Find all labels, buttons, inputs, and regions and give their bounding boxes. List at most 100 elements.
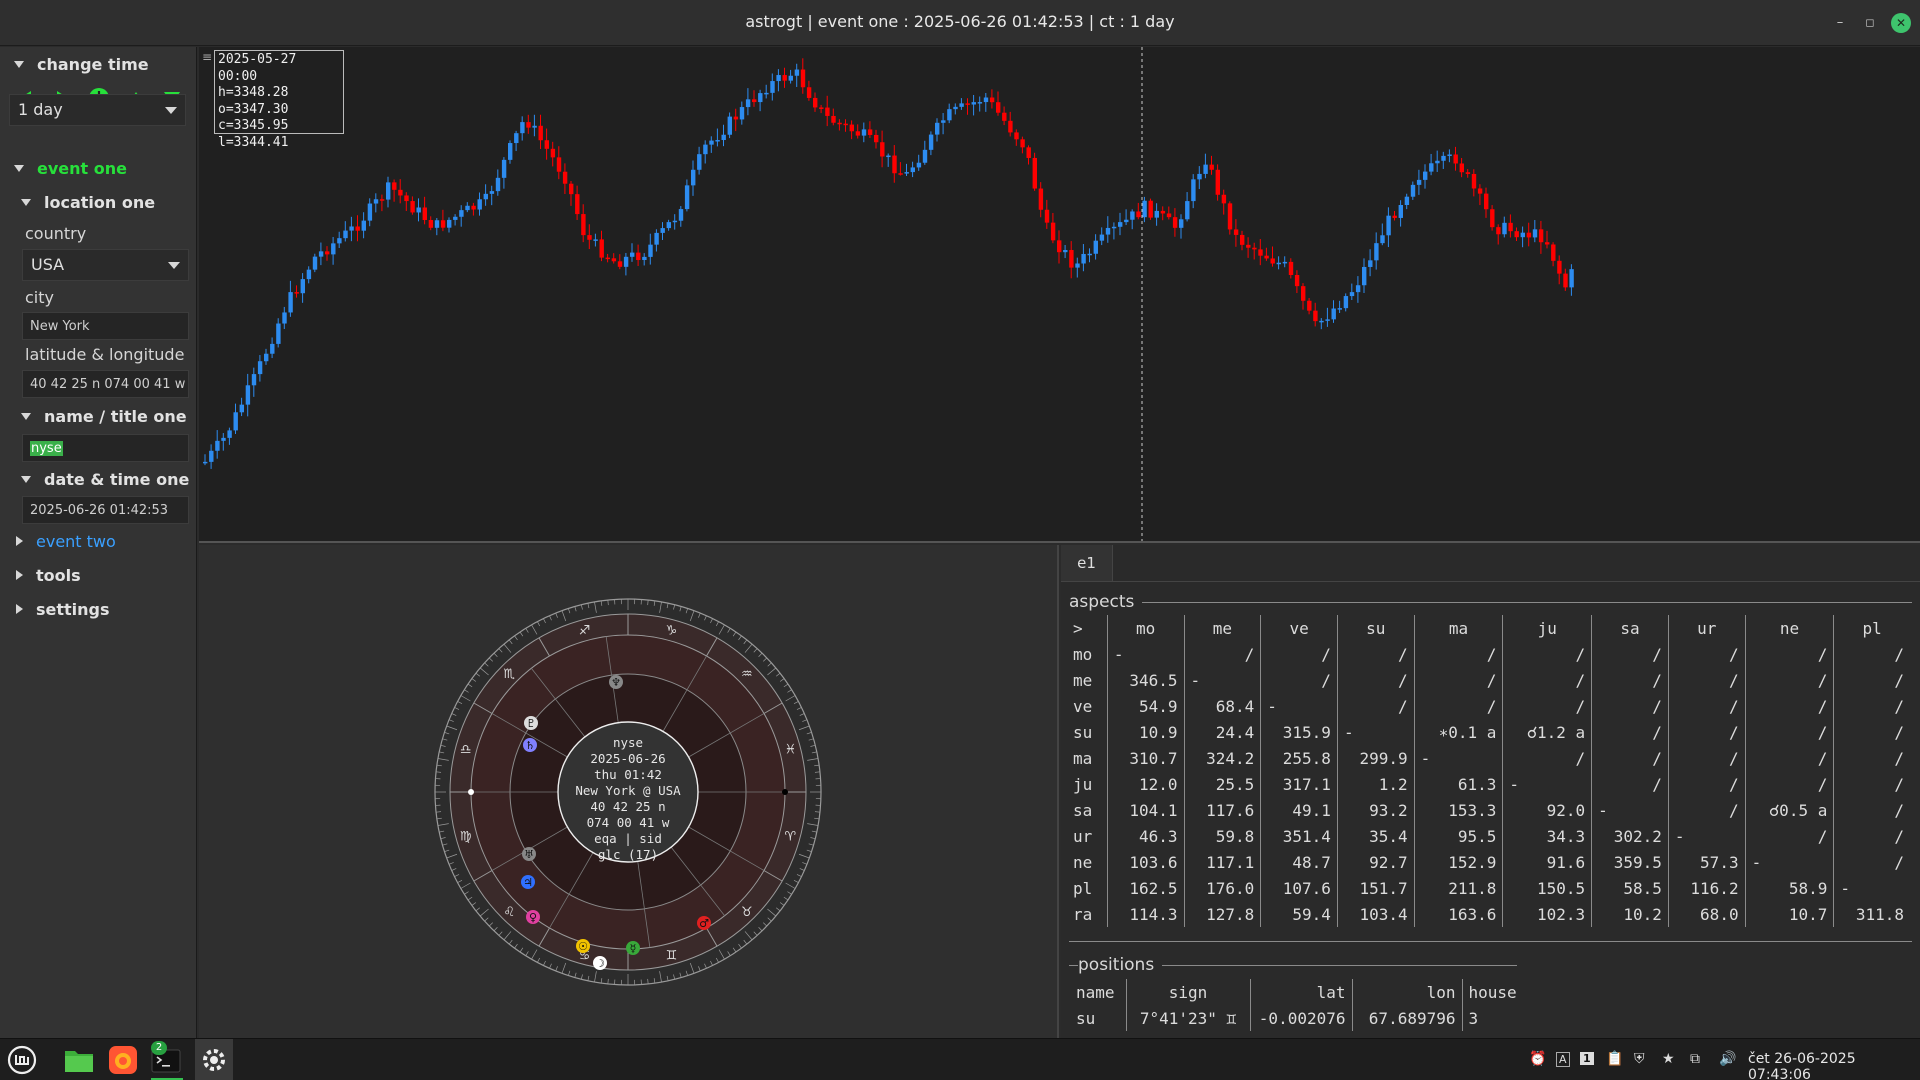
maximize-button[interactable]: ◻ — [1860, 13, 1880, 33]
candle-body — [440, 220, 446, 228]
candle-body — [1002, 112, 1007, 121]
star-icon[interactable]: ★ — [1662, 1051, 1675, 1067]
aspects-row-header: me — [1073, 670, 1093, 690]
candle-body — [1203, 164, 1208, 174]
candle-body — [1087, 253, 1092, 256]
country-select[interactable]: USA — [22, 249, 189, 281]
candle-body — [1288, 261, 1294, 275]
firefox-icon[interactable] — [106, 1043, 140, 1077]
aspects-cell: / — [1183, 641, 1261, 667]
center-date: 2025-06-26 — [590, 751, 665, 766]
event-one-header[interactable]: event one — [0, 154, 195, 182]
center-mode: eqa | sid — [594, 831, 662, 846]
candle-body — [1057, 240, 1062, 253]
candle-body — [806, 87, 812, 98]
aspects-cell: / — [1744, 823, 1834, 849]
taskbar-clock[interactable]: čet 26-06-2025 07:43:06 — [1748, 1051, 1920, 1080]
mint-menu-icon[interactable] — [5, 1043, 39, 1077]
candle-body — [1471, 173, 1477, 189]
candle-body — [1179, 219, 1184, 228]
candle-body — [703, 144, 708, 155]
aspects-row-header: mo — [1073, 644, 1093, 664]
alarm-icon[interactable]: ⏰ — [1529, 1051, 1546, 1067]
name-input[interactable]: nyse — [22, 434, 189, 462]
candle-body — [447, 219, 452, 228]
candle-body — [251, 374, 257, 386]
candle-body — [312, 256, 318, 270]
change-time-header[interactable]: change time — [0, 50, 195, 78]
candle-body — [648, 244, 653, 257]
aspects-col-header: ur — [1667, 615, 1746, 641]
candle-body — [520, 122, 525, 134]
candle-body — [1130, 211, 1135, 220]
positions-col-header: lon — [1351, 979, 1462, 1005]
city-input[interactable]: New York — [22, 312, 189, 340]
aspects-cell: 49.1 — [1260, 797, 1338, 823]
minimize-button[interactable]: – — [1830, 13, 1850, 33]
files-icon[interactable] — [62, 1043, 96, 1077]
aspects-title: aspects — [1069, 592, 1143, 612]
latlon-input[interactable]: 40 42 25 n 074 00 41 w 0 — [22, 370, 189, 398]
candlestick-plot[interactable] — [199, 47, 1920, 541]
aspects-cell: / — [1591, 693, 1669, 719]
aspects-row: ne 103.6 117.1 48.7 92.7 152.9 91.6 359.5 57.3- / — [1065, 849, 1910, 875]
candle-body — [1252, 247, 1257, 250]
sign-glyph: ♑ — [666, 624, 678, 639]
candle-body — [1105, 227, 1111, 235]
datetime-input[interactable]: 2025-06-26 01:42:53 — [22, 496, 189, 524]
candle-body — [630, 252, 635, 257]
ohlc-close: c=3345.95 — [218, 118, 289, 133]
clipboard-icon[interactable]: 📋 — [1606, 1051, 1623, 1067]
candle-body — [1404, 196, 1410, 206]
time-interval-select[interactable]: 1 day — [9, 94, 186, 126]
aspects-row: su 10.9 24.4 315.9- ∗0.1 a ☌1.2 a / / / / — [1065, 719, 1910, 745]
chart-menu-icon[interactable]: ≡ — [202, 50, 212, 64]
aspects-cell: - — [1591, 797, 1669, 823]
candle-body — [1209, 164, 1214, 170]
candle-body — [1264, 255, 1269, 259]
candle-body — [959, 103, 964, 107]
candle-body — [1026, 147, 1031, 158]
name-title-header[interactable]: name / title one — [0, 402, 195, 430]
settings-icon[interactable] — [197, 1043, 231, 1077]
aspects-cell: 255.8 — [1260, 745, 1338, 771]
candle-body — [483, 193, 488, 200]
positions-cell: su — [1076, 1008, 1096, 1028]
candle-body — [575, 194, 580, 215]
aspects-cell: ☌1.2 a — [1502, 719, 1592, 745]
candle-body — [489, 191, 495, 194]
tools-header[interactable]: tools — [0, 561, 195, 589]
aspects-col-header: su — [1336, 615, 1415, 641]
network-icon[interactable]: ⧉ — [1690, 1051, 1700, 1067]
candlestick-chart[interactable]: ≡ 2025-05-27 00:00 h=3348.28 o=3347.30 c… — [199, 47, 1920, 543]
settings-header[interactable]: settings — [0, 595, 195, 623]
date-time-header[interactable]: date & time one — [0, 465, 195, 493]
workspace-indicator[interactable]: 1 — [1580, 1052, 1594, 1065]
ohlc-date: 2025-05-27 00:00 — [218, 52, 297, 84]
shield-icon[interactable]: ⛨ — [1634, 1051, 1645, 1067]
candle-body — [947, 109, 952, 121]
center-lat: 40 42 25 n — [590, 799, 665, 814]
location-one-header[interactable]: location one — [0, 188, 195, 216]
candle-body — [227, 430, 232, 438]
aspects-row: me 346.5- / / / / / / / / — [1065, 667, 1910, 693]
close-button[interactable]: ✕ — [1891, 13, 1911, 33]
volume-icon[interactable]: 🔊 — [1719, 1051, 1736, 1067]
candle-body — [526, 122, 531, 128]
aspects-cell: 68.0 — [1667, 901, 1746, 927]
aspects-cell: / — [1744, 771, 1834, 797]
astro-wheel[interactable]: ♈♉♊♋♌♍♎♏♐ ♑♒♓ ☉☽☿♀ ♂♃♄♅♆♇ nyse 2025-06-26 … — [199, 545, 1057, 1038]
candle-body — [379, 199, 385, 201]
tab-e1[interactable]: e1 — [1061, 545, 1113, 582]
keyboard-layout-indicator[interactable]: A — [1556, 1052, 1570, 1067]
aspects-cell: / — [1502, 745, 1592, 771]
aspects-cell: 59.8 — [1183, 823, 1261, 849]
event-two-header[interactable]: event two — [0, 527, 195, 555]
candle-body — [727, 116, 732, 135]
candle-body — [825, 107, 830, 116]
candle-body — [294, 292, 299, 294]
candle-body — [453, 216, 458, 220]
candle-body — [587, 235, 592, 240]
tab-strip-divider — [1061, 581, 1920, 582]
aspects-corner: > — [1073, 618, 1083, 638]
